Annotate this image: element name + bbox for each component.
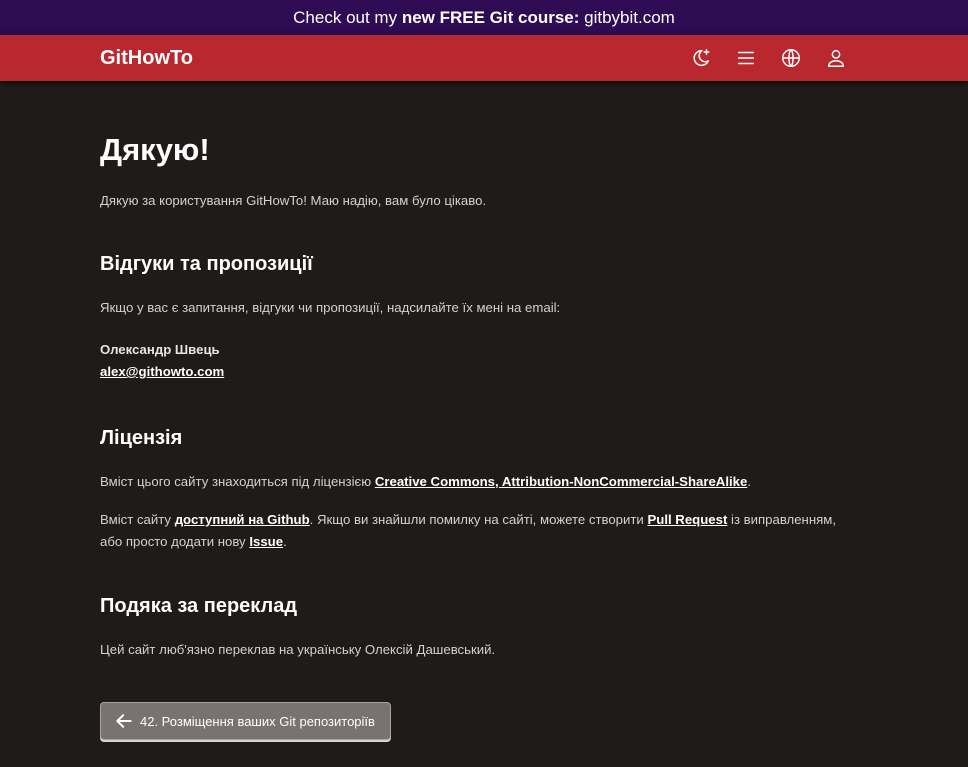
globe-icon[interactable]: [778, 45, 804, 71]
promo-banner[interactable]: Check out my new FREE Git course: gitbyb…: [0, 0, 968, 35]
issue-link[interactable]: Issue: [249, 534, 283, 549]
page-title: Дякую!: [100, 132, 210, 167]
translation-heading: Подяка за переклад: [100, 595, 298, 617]
author-name: Олександр Швець: [100, 342, 220, 357]
main-content: Дякую! Дякую за користування GitHowTo! М…: [100, 81, 860, 661]
brand-rest: HowTo: [127, 47, 193, 69]
license-heading: Ліцензія: [100, 427, 183, 449]
prev-lesson-label: 42. Розміщення ваших Git репозиторіїв: [140, 713, 375, 729]
prev-lesson-button[interactable]: 42. Розміщення ваших Git репозиторіїв: [100, 702, 391, 740]
feedback-heading: Відгуки та пропозиції: [100, 253, 313, 275]
github-text: Вміст сайту доступний на Github. Якщо ви…: [100, 512, 836, 549]
intro-text: Дякую за користування GitHowTo! Маю наді…: [100, 193, 487, 208]
email-link[interactable]: alex@githowto.com: [100, 364, 224, 379]
author-email-paragraph: alex@githowto.com: [100, 361, 860, 383]
arrow-left-icon: [116, 714, 132, 728]
pull-request-link[interactable]: Pull Request: [647, 512, 727, 527]
menu-icon[interactable]: [733, 45, 759, 71]
translation-text: Цей сайт люб'язно переклав на українську…: [100, 642, 496, 657]
promo-bold: new FREE Git course:: [401, 7, 580, 27]
navbar: GitHowTo: [0, 35, 968, 81]
brand-bold: Git: [100, 47, 128, 69]
feedback-text: Якщо у вас є запитання, відгуки чи пропо…: [100, 300, 561, 315]
license-text: Вміст цього сайту знаходиться під ліценз…: [100, 474, 751, 489]
theme-toggle-icon[interactable]: [688, 45, 714, 71]
github-link[interactable]: доступний на Github: [175, 512, 310, 527]
promo-suffix: gitbybit.com: [579, 7, 675, 27]
user-icon[interactable]: [823, 45, 849, 71]
nav-icons: [688, 45, 868, 71]
promo-prefix: Check out my: [293, 7, 402, 27]
brand-logo[interactable]: GitHowTo: [100, 47, 193, 70]
license-link[interactable]: Creative Commons, Attribution-NonCommerc…: [375, 474, 748, 489]
